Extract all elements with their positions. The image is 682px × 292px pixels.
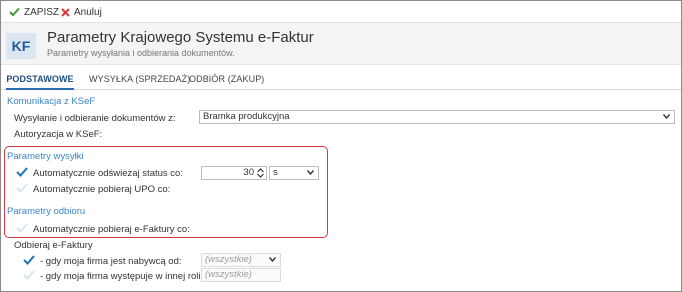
mode-select-value: Bramka produkcyjna (203, 111, 290, 122)
mode-label: Wysyłanie i odbieranie dokumentów z: (14, 113, 176, 124)
other-role-label: - gdy moja firma występuje w innej roli … (40, 271, 217, 282)
tab-bar: PODSTAWOWE WYSYŁKA (SPRZEDAŻ) ODBIÓR (ZA… (1, 66, 681, 90)
other-role-select[interactable]: (wszystkie) (201, 268, 281, 282)
save-button[interactable]: ZAPISZ (9, 5, 59, 19)
page-header: KF Parametry Krajowego Systemu e-Faktur … (1, 23, 681, 65)
buyer-select-value: (wszystkie) (205, 254, 252, 265)
refresh-interval-value: 30 (243, 167, 254, 178)
buyer-label: - gdy moja firma jest nabywcą od: (40, 256, 182, 267)
section-title-sending: Parametry wysyłki (7, 151, 84, 162)
module-badge: KF (6, 33, 36, 59)
other-role-checkbox[interactable] (23, 269, 35, 281)
upo-label: Automatycznie pobieraj UPO co: (33, 184, 171, 195)
upo-checkbox[interactable] (16, 182, 28, 194)
chevron-down-icon (663, 114, 670, 119)
page-subtitle: Parametry wysyłania i odbierania dokumen… (47, 48, 235, 58)
tab-odbior[interactable]: ODBIÓR (ZAKUP) (189, 66, 264, 90)
other-role-select-value: (wszystkie) (205, 269, 252, 280)
tab-podstawowe[interactable]: PODSTAWOWE (6, 66, 74, 90)
refresh-label: Automatycznie odświeżaj status co: (33, 168, 183, 179)
tab-wysylka[interactable]: WYSYŁKA (SPRZEDAŻ) (89, 66, 190, 90)
mode-select[interactable]: Bramka produkcyjna (199, 110, 675, 124)
buyer-select[interactable]: (wszystkie) (201, 253, 281, 267)
refresh-unit-value: s (273, 167, 278, 178)
chevron-down-icon (307, 170, 314, 175)
checkmark-icon (9, 7, 20, 17)
auth-label: Autoryzacja w KSeF: (14, 129, 103, 140)
auto-receive-label: Automatycznie pobieraj e-Faktury co: (33, 224, 190, 235)
section-title-receiving: Parametry odbioru (7, 206, 86, 217)
auto-receive-checkbox[interactable] (16, 222, 28, 234)
buyer-checkbox[interactable] (23, 254, 35, 266)
refresh-interval-input[interactable]: 30 (201, 166, 267, 180)
cancel-button[interactable]: Anuluj (61, 5, 102, 19)
toolbar: ZAPISZ Anuluj (1, 1, 681, 23)
section-title-ksef: Komunikacja z KSeF (7, 96, 96, 107)
save-button-label: ZAPISZ (24, 6, 60, 18)
receive-group-label: Odbieraj e-Faktury (14, 240, 93, 251)
chevron-down-icon (269, 257, 276, 262)
spinner-icon[interactable] (257, 168, 264, 178)
close-icon (61, 7, 70, 17)
cancel-button-label: Anuluj (74, 6, 102, 18)
page-title: Parametry Krajowego Systemu e-Faktur (47, 29, 314, 46)
refresh-unit-select[interactable]: s (269, 166, 319, 180)
refresh-checkbox[interactable] (16, 166, 28, 178)
